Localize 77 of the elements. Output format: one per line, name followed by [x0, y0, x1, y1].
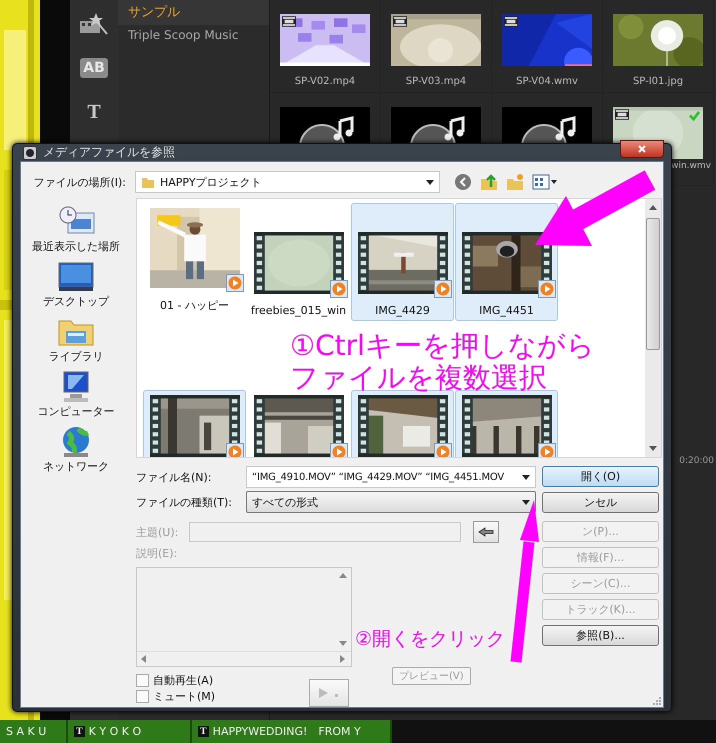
- film-icon: [393, 16, 407, 27]
- description-field[interactable]: [136, 567, 352, 667]
- scroll-down-icon[interactable]: [339, 641, 347, 646]
- checkmark-icon: [689, 110, 700, 121]
- caret-icon: [522, 500, 530, 504]
- caret-icon: [426, 180, 434, 184]
- subject-label: 主題(U):: [136, 524, 180, 540]
- scroll-up-icon[interactable]: [649, 205, 657, 210]
- back-arrow-button[interactable]: [473, 521, 499, 543]
- caret-icon: [522, 474, 530, 480]
- media-name: SP-I01.jpg: [632, 76, 684, 87]
- play-button[interactable]: [309, 679, 349, 707]
- callout-text: ②開くをクリック: [355, 627, 506, 652]
- view-menu-icon[interactable]: [532, 173, 558, 191]
- play-icon: [317, 687, 341, 699]
- file-type-label: ファイルの種類(T):: [136, 494, 234, 510]
- sidebar-item[interactable]: サンプル: [118, 0, 269, 25]
- resize-grip-icon[interactable]: [653, 697, 661, 705]
- scroll-down-icon[interactable]: [649, 446, 657, 451]
- camera-icon: [23, 146, 37, 160]
- place-item[interactable]: ネットワーク: [41, 424, 111, 475]
- place-item[interactable]: 最近表示した場所: [30, 204, 122, 255]
- scroll-left-icon[interactable]: [141, 655, 146, 663]
- clip-label: S A K U: [6, 725, 46, 738]
- sidebar-item[interactable]: Triple Scoop Music: [118, 25, 269, 50]
- filename-field[interactable]: “IMG_4910.MOV” “IMG_4429.MOV” “IMG_4451.MOV: [246, 466, 536, 488]
- checkbox[interactable]: ミュート(M): [136, 688, 309, 704]
- tool-icon[interactable]: T: [87, 100, 101, 124]
- dialog-button[interactable]: 開く(O): [542, 466, 659, 487]
- title-clip[interactable]: T HAPPYWEDDING! FROM Y: [192, 720, 392, 743]
- place-item[interactable]: コンピューター: [36, 369, 116, 420]
- callout-text: ファイルを複数選択: [290, 362, 548, 394]
- desktop-icon: [56, 260, 96, 294]
- title-icon: T: [198, 726, 209, 737]
- scrollbar[interactable]: [645, 199, 661, 457]
- play-badge-icon: [434, 280, 452, 298]
- close-button[interactable]: [620, 140, 664, 158]
- film-icon: [282, 16, 296, 27]
- timecode: 0:20:00: [679, 456, 714, 466]
- effects-icon[interactable]: [79, 12, 109, 36]
- file-item[interactable]: 01 - ハッピー: [143, 203, 246, 321]
- clip-label: K Y O K O: [88, 725, 142, 738]
- callout-text: ①Ctrlキーを押しながら: [290, 330, 595, 362]
- checkbox[interactable]: 自動再生(A): [136, 672, 309, 688]
- location-dropdown[interactable]: HAPPYプロジェクト: [135, 171, 440, 193]
- title-clip[interactable]: T K Y O K O: [68, 720, 192, 743]
- location-label: ファイルの場所(I):: [32, 174, 126, 190]
- scroll-right-icon[interactable]: [340, 655, 345, 663]
- play-badge-icon: [538, 280, 556, 298]
- media-name: SP-V04.wmv: [516, 76, 578, 87]
- scroll-up-icon[interactable]: [339, 573, 347, 578]
- dialog-button[interactable]: 参照(B)...: [542, 625, 659, 646]
- description-label: 説明(E):: [136, 546, 178, 561]
- file-item[interactable]: IMG_4451: [455, 203, 558, 321]
- title-icon: T: [74, 726, 85, 737]
- file-item[interactable]: freebies_015_win: [247, 203, 350, 321]
- clip-label: HAPPYWEDDING! FROM Y: [212, 724, 361, 739]
- file-type-dropdown[interactable]: すべての形式: [246, 491, 536, 513]
- left-arrow-icon: [478, 527, 494, 537]
- close-icon: [637, 144, 647, 154]
- window-title: メディアファイルを参照: [43, 144, 176, 161]
- media-name: win.wmv: [671, 161, 711, 171]
- media-name: SP-V03.mp4: [406, 76, 466, 87]
- play-badge-icon: [226, 274, 244, 292]
- title-clip[interactable]: S A K U: [0, 720, 68, 743]
- filename-label: ファイル名(N):: [136, 470, 213, 484]
- media-name: SP-V02.mp4: [294, 76, 356, 87]
- folder-icon: [141, 175, 155, 189]
- back-icon[interactable]: [454, 173, 472, 191]
- place-item[interactable]: デスクトップ: [41, 259, 111, 310]
- file-item[interactable]: IMG_4429: [351, 203, 454, 321]
- place-item[interactable]: ライブラリ: [46, 314, 106, 365]
- play-badge-icon: [330, 280, 348, 298]
- folder-up-icon[interactable]: [480, 173, 498, 191]
- film-icon: [615, 109, 629, 120]
- film-icon: [504, 16, 518, 27]
- dialog-button[interactable]: ンセル: [542, 492, 659, 513]
